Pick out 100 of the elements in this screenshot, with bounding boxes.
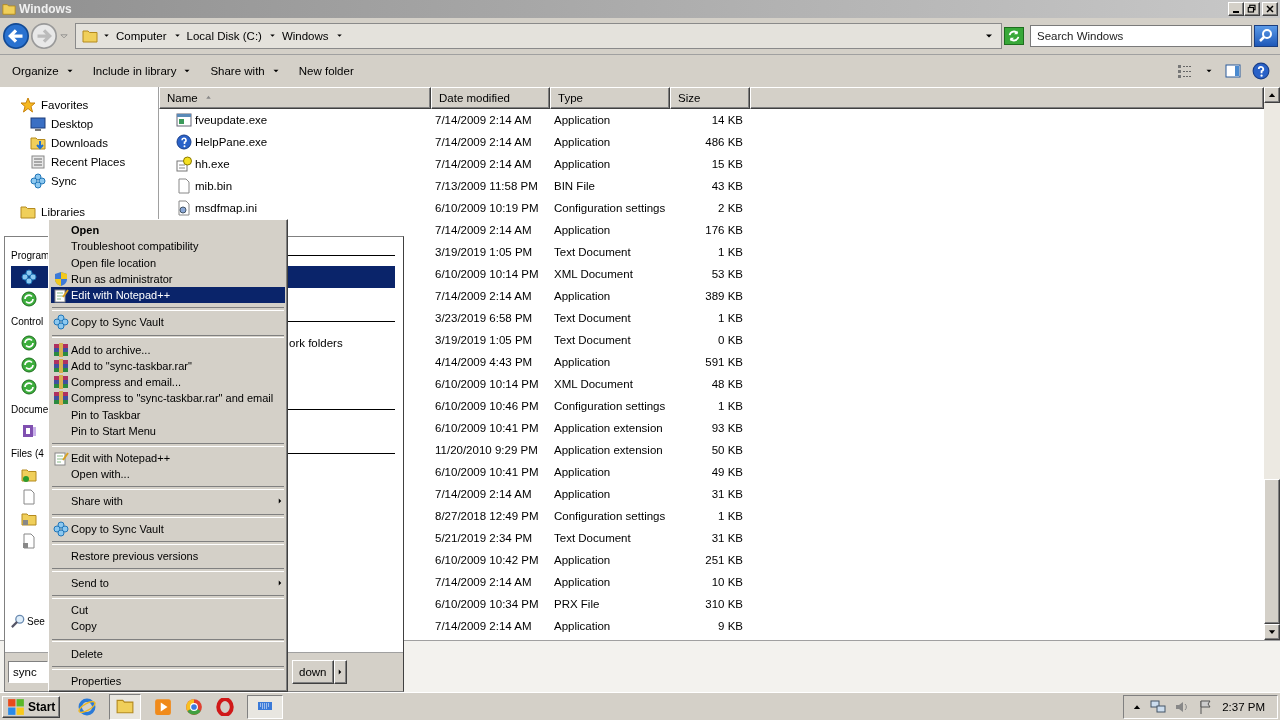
nav-item[interactable]: Recent Places: [51, 156, 126, 169]
folder-taskbar-button[interactable]: [109, 693, 142, 720]
file-name[interactable]: mib.bin: [195, 179, 233, 192]
refresh-button[interactable]: [1004, 26, 1024, 45]
preview-pane-icon[interactable]: [1224, 62, 1242, 79]
toolbar-button[interactable]: Organize: [6, 61, 81, 80]
network-icon[interactable]: [1150, 698, 1167, 715]
document-icon[interactable]: [21, 533, 37, 549]
start-button[interactable]: Start: [2, 695, 61, 718]
menu-item[interactable]: Share with: [51, 493, 285, 510]
menu-item[interactable]: Compress to "sync-taskbar.rar" and email: [51, 390, 285, 407]
search-icon: [1258, 27, 1274, 44]
media-player-icon[interactable]: [154, 697, 173, 716]
restore-button[interactable]: [1244, 2, 1260, 16]
menu-item[interactable]: Edit with Notepad++: [51, 449, 285, 467]
menu-item[interactable]: Pin to Taskbar: [51, 406, 285, 423]
shutdown-button[interactable]: down: [292, 660, 334, 684]
column-header[interactable]: Name: [159, 86, 431, 109]
date-cell-text: 7/13/2009 11:58 PM: [434, 179, 539, 192]
notebook-icon[interactable]: [21, 423, 37, 439]
circular-arrows-icon[interactable]: [21, 379, 37, 395]
menu-item[interactable]: Add to archive...: [51, 341, 285, 358]
file-name[interactable]: HelpPane.exe: [195, 135, 268, 148]
circular-arrows-icon[interactable]: [21, 335, 37, 351]
scroll-thumb[interactable]: [1264, 479, 1280, 625]
size-cell-text: 9 KB: [717, 619, 744, 632]
size-cell-text: 50 KB: [710, 443, 744, 456]
nav-group[interactable]: Libraries: [41, 206, 86, 219]
search-button[interactable]: [1254, 24, 1278, 47]
shield-icon: [53, 270, 69, 287]
circular-arrows-icon[interactable]: [21, 291, 37, 307]
menu-item[interactable]: Run as administrator: [51, 270, 285, 288]
menu-item[interactable]: Edit with Notepad++: [51, 287, 285, 304]
column-header[interactable]: Size: [670, 86, 750, 109]
details-view-icon[interactable]: [1176, 62, 1194, 79]
search-field[interactable]: sync: [8, 661, 48, 683]
type-cell-text: Application: [553, 487, 612, 500]
file-name[interactable]: hh.exe: [195, 157, 230, 170]
type-cell-text: XML Document: [553, 377, 634, 390]
menu-item[interactable]: Copy: [51, 618, 285, 635]
date-cell-text: 5/21/2019 2:34 PM: [434, 531, 534, 544]
type-cell-text: Application: [553, 113, 612, 126]
search-field[interactable]: Search Windows: [1030, 24, 1252, 47]
minimize-button[interactable]: [1228, 2, 1244, 16]
window-icon: [176, 111, 192, 128]
menu-item[interactable]: Delete: [51, 645, 285, 662]
globe-icon[interactable]: [78, 697, 97, 716]
close-button[interactable]: [1262, 2, 1278, 16]
column-header[interactable]: Type: [550, 86, 670, 109]
toolbar-button[interactable]: Include in library: [86, 61, 199, 80]
nav-item[interactable]: Desktop: [51, 118, 94, 131]
menu-item[interactable]: Pin to Start Menu: [51, 422, 285, 439]
archive-icon: [53, 390, 69, 407]
chrome-icon[interactable]: [185, 697, 204, 716]
circular-arrows-icon[interactable]: [21, 357, 37, 373]
menu-item[interactable]: Send to: [51, 574, 285, 592]
folder-icon: [20, 204, 36, 221]
menu-item[interactable]: Compress and email...: [51, 373, 285, 391]
date-cell-text: 7/14/2009 2:14 AM: [434, 487, 533, 500]
opera-icon[interactable]: [216, 697, 235, 716]
scroll-up-button[interactable]: [1264, 86, 1280, 103]
menu-item[interactable]: Open: [51, 222, 285, 239]
file-name[interactable]: msdfmap.ini: [195, 201, 257, 214]
breadcrumb[interactable]: Local Disk (C:): [184, 29, 264, 42]
back-icon[interactable]: [3, 22, 29, 49]
toolbar-button[interactable]: New folder: [292, 61, 360, 80]
scroll-down-button[interactable]: [1264, 624, 1280, 641]
menu-item[interactable]: Copy to Sync Vault: [51, 314, 285, 331]
date-cell-text: 6/10/2009 10:14 PM: [434, 267, 540, 280]
type-cell-text: PRX File: [553, 597, 601, 610]
menu-item[interactable]: Cut: [51, 602, 285, 619]
nav-group[interactable]: Favorites: [41, 99, 89, 112]
see-more-link[interactable]: See: [27, 615, 45, 627]
folder-icon[interactable]: [21, 467, 37, 483]
nav-item[interactable]: Downloads: [51, 137, 108, 150]
sync-icon[interactable]: [21, 269, 37, 285]
menu-item[interactable]: Copy to Sync Vault: [51, 520, 285, 537]
clock[interactable]: 2:37 PM: [1222, 700, 1265, 713]
result-item[interactable]: ork folders: [289, 337, 395, 349]
menu-item[interactable]: Add to "sync-taskbar.rar": [51, 357, 285, 374]
file-name[interactable]: fveupdate.exe: [195, 113, 268, 126]
folder-icon[interactable]: [21, 511, 37, 527]
section-heading: Docume: [11, 403, 49, 415]
breadcrumb[interactable]: Computer: [114, 29, 169, 42]
menu-item[interactable]: Open with...: [51, 466, 285, 483]
menu-item[interactable]: Open file location: [51, 254, 285, 271]
toolbar-button[interactable]: Share with: [204, 61, 287, 80]
keyboard-taskbar-button[interactable]: [247, 694, 284, 719]
menu-item[interactable]: Properties: [51, 672, 285, 689]
help-icon[interactable]: [1252, 61, 1270, 80]
breadcrumb[interactable]: Windows: [279, 29, 331, 42]
date-cell-text: 7/14/2009 2:14 AM: [434, 223, 533, 236]
column-header[interactable]: Date modified: [431, 86, 550, 109]
size-cell-text: 48 KB: [710, 377, 744, 390]
menu-item[interactable]: Troubleshoot compatibility: [51, 238, 285, 255]
date-cell-text: 6/10/2009 10:41 PM: [434, 465, 540, 478]
menu-item[interactable]: Restore previous versions: [51, 547, 285, 564]
document-icon: [176, 155, 192, 172]
nav-item[interactable]: Sync: [51, 175, 77, 188]
address-bar[interactable]: Computer Local Disk (C:) Windows: [75, 22, 1002, 49]
